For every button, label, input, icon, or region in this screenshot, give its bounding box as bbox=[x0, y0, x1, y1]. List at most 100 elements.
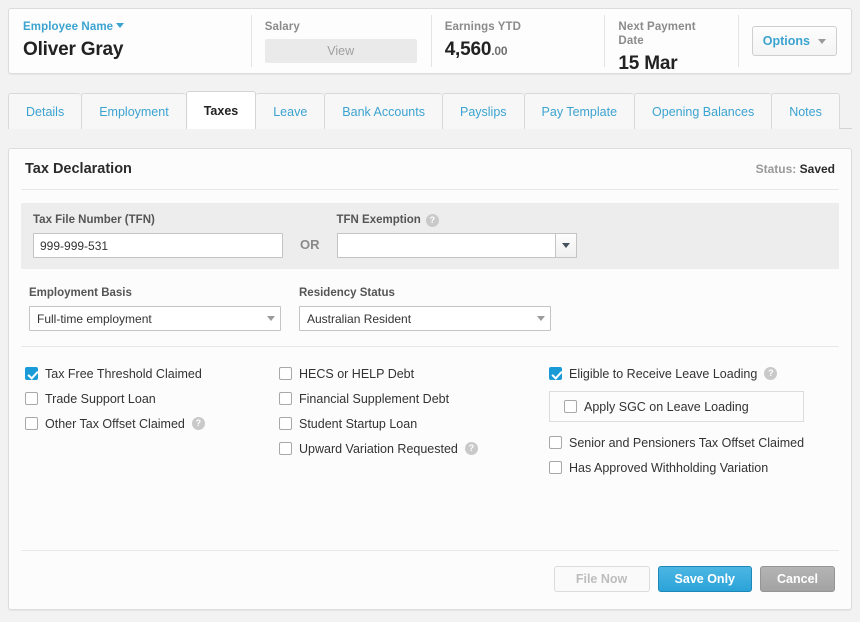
help-icon[interactable]: ? bbox=[191, 417, 205, 430]
checkbox-label: Trade Support Loan bbox=[45, 391, 156, 406]
file-now-button[interactable]: File Now bbox=[553, 566, 650, 592]
checkbox-label: Apply SGC on Leave Loading bbox=[584, 399, 749, 414]
employee-name-value: Oliver Gray bbox=[23, 39, 124, 60]
tab-bank-accounts[interactable]: Bank Accounts bbox=[324, 93, 442, 129]
tax-declaration-card: Tax Declaration Status: Saved Tax File N… bbox=[8, 148, 852, 610]
employment-basis-group: Employment Basis Full-time employment bbox=[29, 285, 281, 331]
earnings-ytd-value: 4,560 bbox=[444, 39, 492, 60]
checkbox-unchecked-icon[interactable] bbox=[25, 392, 38, 405]
save-only-button[interactable]: Save Only bbox=[657, 566, 752, 592]
checkbox-unchecked-icon[interactable] bbox=[279, 417, 292, 430]
residency-status-value: Australian Resident bbox=[307, 311, 412, 326]
checkbox-eligible-to-receive-leave-loading[interactable]: Eligible to Receive Leave Loading? bbox=[549, 361, 839, 386]
checkbox-student-startup-loan[interactable]: Student Startup Loan bbox=[279, 411, 549, 436]
checkbox-label: Financial Supplement Debt bbox=[299, 391, 450, 406]
earnings-ytd-cell: Earnings YTD 4,560.00 bbox=[430, 9, 605, 73]
tfn-field-group: Tax File Number (TFN) bbox=[33, 212, 283, 258]
checkbox-column-3: Eligible to Receive Leave Loading? Apply … bbox=[549, 361, 839, 480]
tfn-exemption-combobox[interactable] bbox=[336, 233, 577, 258]
employee-name-cell: Employee Name Oliver Gray bbox=[9, 9, 251, 73]
checkbox-label: Tax Free Threshold Claimed bbox=[45, 366, 202, 381]
status-badge: Status: Saved bbox=[756, 162, 835, 176]
earnings-ytd-cents: .00 bbox=[491, 44, 508, 58]
checkbox-label: Student Startup Loan bbox=[299, 416, 418, 431]
tfn-label: Tax File Number (TFN) bbox=[33, 214, 155, 226]
residency-status-select[interactable]: Australian Resident bbox=[299, 306, 551, 331]
tfn-exemption-dropdown-button[interactable] bbox=[554, 233, 577, 258]
footer-actions: File Now Save Only Cancel bbox=[553, 566, 835, 592]
tfn-panel: Tax File Number (TFN) OR TFN Exemption ? bbox=[21, 203, 839, 269]
checkbox-financial-supplement-debt[interactable]: Financial Supplement Debt bbox=[279, 386, 549, 411]
employee-summary-header: Employee Name Oliver Gray Salary View Ea… bbox=[8, 8, 852, 74]
tfn-exemption-input[interactable] bbox=[336, 233, 555, 258]
salary-cell: Salary View bbox=[250, 9, 431, 73]
tab-notes[interactable]: Notes bbox=[771, 93, 840, 129]
checkbox-has-approved-withholding-variation[interactable]: Has Approved Withholding Variation bbox=[549, 455, 839, 480]
chevron-down-icon[interactable] bbox=[116, 23, 125, 28]
checkbox-unchecked-icon[interactable] bbox=[25, 417, 38, 430]
tfn-exemption-label-row: TFN Exemption ? bbox=[337, 212, 577, 228]
residency-status-group: Residency Status Australian Resident bbox=[299, 285, 551, 331]
tab-pay-template[interactable]: Pay Template bbox=[523, 93, 635, 129]
checkbox-upward-variation-requested[interactable]: Upward Variation Requested? bbox=[279, 436, 549, 461]
checkbox-unchecked-icon[interactable] bbox=[549, 461, 562, 474]
status-value: Saved bbox=[799, 162, 835, 176]
cancel-button[interactable]: Cancel bbox=[760, 566, 835, 592]
employment-basis-select[interactable]: Full-time employment bbox=[29, 306, 281, 331]
salary-view-button[interactable]: View bbox=[264, 39, 417, 63]
app-page: Employee Name Oliver Gray Salary View Ea… bbox=[0, 0, 860, 622]
checkbox-tax-free-threshold-claimed[interactable]: Tax Free Threshold Claimed bbox=[25, 361, 279, 386]
residency-status-label: Residency Status bbox=[299, 287, 395, 299]
tab-opening-balances[interactable]: Opening Balances bbox=[634, 93, 772, 129]
next-payment-date-label: Next Payment Date bbox=[618, 21, 696, 47]
header-divider bbox=[21, 189, 839, 190]
tfn-exemption-field-group: TFN Exemption ? bbox=[336, 212, 577, 258]
checkbox-checked-icon[interactable] bbox=[549, 367, 562, 380]
help-icon[interactable]: ? bbox=[764, 367, 778, 380]
earnings-ytd-label: Earnings YTD bbox=[444, 21, 522, 33]
tab-details[interactable]: Details bbox=[8, 93, 82, 129]
options-cell: Options bbox=[737, 9, 851, 73]
chevron-down-icon bbox=[537, 316, 545, 321]
tfn-exemption-label: TFN Exemption bbox=[336, 214, 421, 226]
tab-payslips[interactable]: Payslips bbox=[441, 93, 524, 129]
page-title: Tax Declaration bbox=[25, 161, 132, 177]
checkbox-unchecked-icon[interactable] bbox=[279, 392, 292, 405]
checkbox-trade-support-loan[interactable]: Trade Support Loan bbox=[25, 386, 279, 411]
checkbox-column-2: HECS or HELP Debt Financial Supplement De… bbox=[279, 361, 549, 480]
employee-name-label[interactable]: Employee Name bbox=[23, 20, 113, 34]
checkbox-unchecked-icon[interactable] bbox=[279, 367, 292, 380]
chevron-down-icon bbox=[818, 38, 826, 44]
help-icon[interactable]: ? bbox=[464, 442, 478, 455]
checkbox-label: Has Approved Withholding Variation bbox=[569, 460, 769, 475]
tab-taxes[interactable]: Taxes bbox=[185, 91, 257, 129]
apply-sgc-panel: Apply SGC on Leave Loading bbox=[549, 391, 804, 422]
tfn-input[interactable] bbox=[33, 233, 283, 258]
checkbox-senior-and-pensioners-tax-offset-claimed[interactable]: Senior and Pensioners Tax Offset Claimed bbox=[549, 430, 839, 455]
salary-label: Salary bbox=[264, 21, 300, 33]
checkbox-unchecked-icon[interactable] bbox=[564, 400, 577, 413]
employment-basis-value: Full-time employment bbox=[37, 311, 152, 326]
checkbox-label: Senior and Pensioners Tax Offset Claimed bbox=[569, 435, 805, 450]
checkbox-unchecked-icon[interactable] bbox=[549, 436, 562, 449]
checkbox-apply-sgc-on-leave-loading[interactable]: Apply SGC on Leave Loading bbox=[564, 400, 749, 414]
checkbox-label: Other Tax Offset Claimed bbox=[45, 416, 185, 431]
employment-basis-label: Employment Basis bbox=[29, 287, 132, 299]
employment-residency-row: Employment Basis Full-time employment Re… bbox=[29, 285, 851, 331]
tab-employment[interactable]: Employment bbox=[81, 93, 186, 129]
checkbox-hecs-or-help-debt[interactable]: HECS or HELP Debt bbox=[279, 361, 549, 386]
checkbox-checked-icon[interactable] bbox=[25, 367, 38, 380]
checkbox-other-tax-offset-claimed[interactable]: Other Tax Offset Claimed? bbox=[25, 411, 279, 436]
options-button[interactable]: Options bbox=[751, 26, 837, 56]
checkbox-unchecked-icon[interactable] bbox=[279, 442, 292, 455]
card-header: Tax Declaration Status: Saved bbox=[9, 149, 851, 189]
help-icon[interactable]: ? bbox=[425, 213, 439, 227]
tab-leave[interactable]: Leave bbox=[256, 93, 325, 129]
chevron-down-icon bbox=[561, 243, 570, 248]
tax-options-area: Tax Free Threshold Claimed Trade Support … bbox=[9, 347, 851, 480]
chevron-down-icon bbox=[267, 316, 275, 321]
footer-divider bbox=[21, 550, 839, 551]
checkbox-label: Eligible to Receive Leave Loading bbox=[569, 366, 758, 381]
checkbox-column-1: Tax Free Threshold Claimed Trade Support … bbox=[9, 361, 279, 480]
next-payment-date-cell: Next Payment Date 15 Mar bbox=[604, 9, 737, 74]
